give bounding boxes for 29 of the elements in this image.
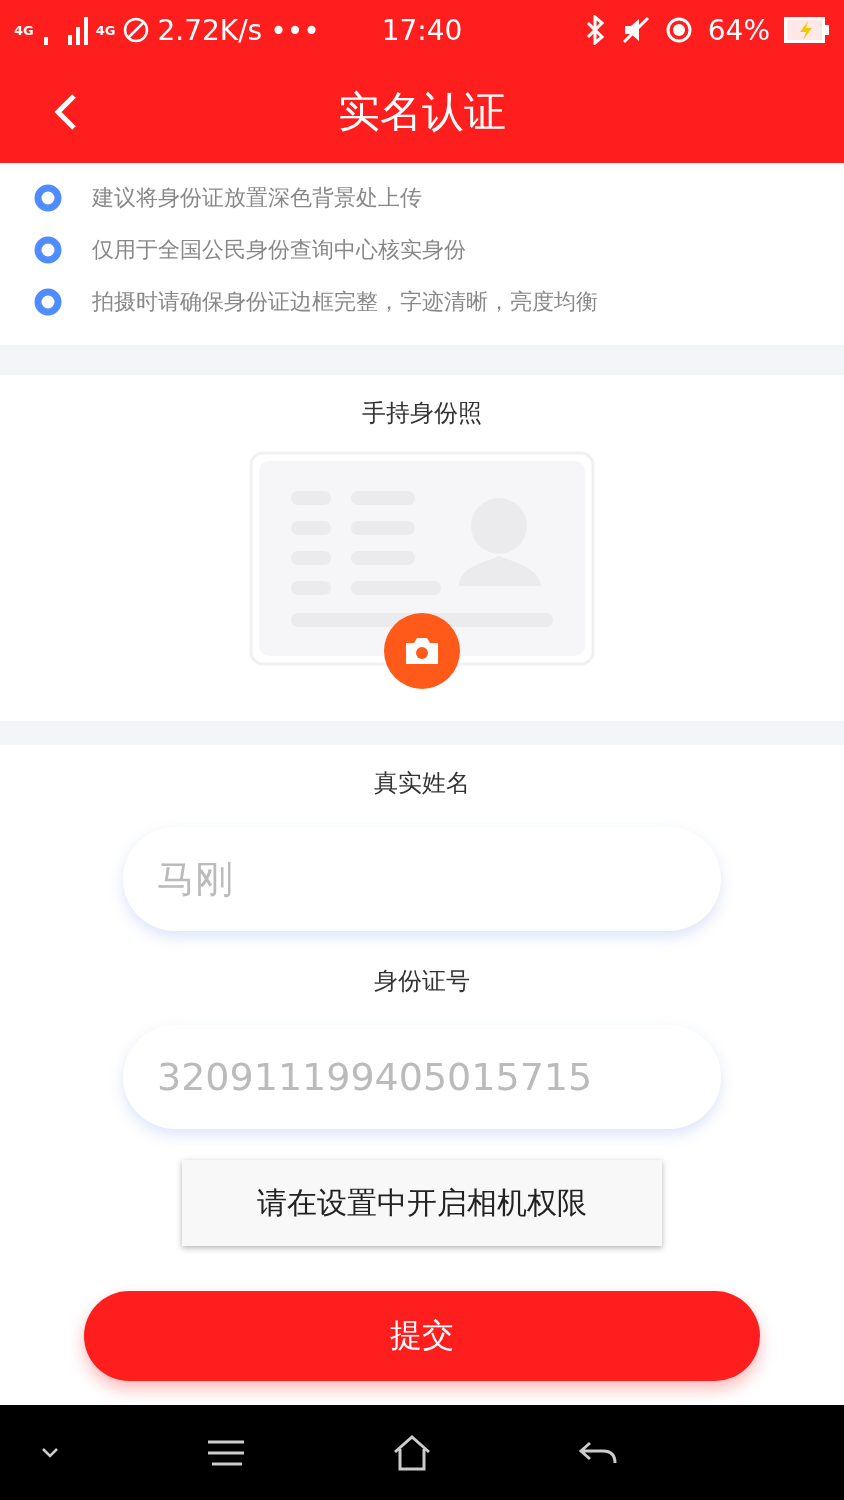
input-field[interactable]: 320911199405015715 — [123, 1025, 721, 1129]
more-dots: ••• — [270, 13, 320, 47]
network-label: 4G — [95, 22, 116, 38]
battery-percent: 64% — [707, 13, 770, 47]
field-label: 身份证号 — [374, 966, 470, 997]
back-icon[interactable] — [578, 1439, 618, 1466]
home-icon[interactable] — [392, 1434, 432, 1471]
clock: 17:40 — [381, 13, 463, 47]
bullet-icon — [34, 288, 62, 316]
network-speed: 2.72K/s — [157, 13, 263, 47]
toast-message: 请在设置中开启相机权限 — [182, 1160, 662, 1246]
signal-icon — [41, 15, 88, 45]
field-label: 真实姓名 — [374, 768, 470, 799]
page-title: 实名认证 — [338, 85, 506, 138]
tip-text: 仅用于全国公民身份查询中心核实身份 — [92, 236, 466, 264]
bullet-icon — [34, 236, 62, 264]
bullet-icon — [34, 184, 62, 212]
mute-icon — [621, 16, 650, 44]
camera-icon — [404, 637, 440, 665]
blocked-icon — [123, 17, 150, 43]
chevron-down-icon[interactable] — [40, 1446, 60, 1459]
tip-text: 建议将身份证放置深色背景处上传 — [92, 184, 422, 212]
input-field[interactable]: 马刚 — [123, 827, 721, 931]
photo-label: 手持身份照 — [362, 398, 482, 429]
network-label: 4G — [14, 22, 34, 38]
menu-icon[interactable] — [206, 1438, 246, 1467]
submit-button[interactable]: 提交 — [84, 1291, 760, 1381]
battery-icon — [784, 17, 830, 43]
tip-text: 拍摄时请确保身份证边框完整，字迹清晰，亮度均衡 — [92, 288, 598, 316]
